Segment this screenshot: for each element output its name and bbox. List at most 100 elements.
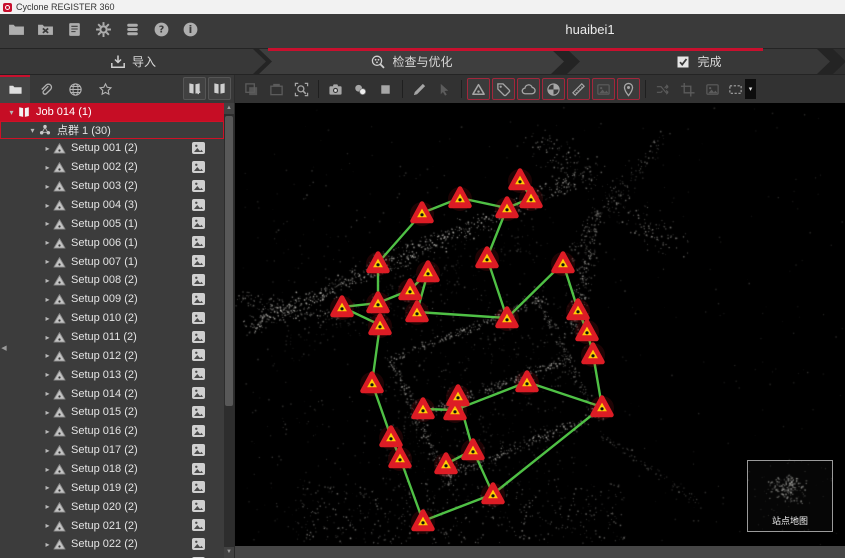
chevron-down-icon[interactable]: ▾: [27, 126, 38, 135]
add-bundle-button[interactable]: [183, 77, 206, 100]
setup-marker-011[interactable]: [366, 292, 390, 316]
setup-marker-007[interactable]: [366, 252, 390, 276]
setup-marker-004[interactable]: [519, 187, 543, 211]
setup-marker-020[interactable]: [360, 372, 384, 396]
setup-image-icon[interactable]: [192, 519, 205, 531]
about-button[interactable]: i: [180, 19, 201, 40]
setup-image-icon[interactable]: [192, 312, 205, 324]
tree-row-setup-022[interactable]: ▸Setup 022 (2): [0, 535, 224, 554]
chevron-right-icon[interactable]: ▸: [42, 540, 53, 549]
tree-row-setup-008[interactable]: ▸Setup 008 (2): [0, 271, 224, 290]
stop-button[interactable]: [374, 78, 397, 100]
tree-row-setup-003[interactable]: ▸Setup 003 (2): [0, 177, 224, 196]
chevron-right-icon[interactable]: ▸: [42, 333, 53, 342]
tree-row-setup-021[interactable]: ▸Setup 021 (2): [0, 516, 224, 535]
pick-button[interactable]: [433, 78, 456, 100]
setup-image-icon[interactable]: [192, 406, 205, 418]
setup-marker-015[interactable]: [551, 252, 575, 276]
tree-row-setup-018[interactable]: ▸Setup 018 (2): [0, 460, 224, 479]
help-button[interactable]: ?: [151, 19, 172, 40]
chevron-right-icon[interactable]: ▸: [42, 483, 53, 492]
setup-image-icon[interactable]: [192, 274, 205, 286]
web-tab[interactable]: [60, 75, 90, 103]
close-project-button[interactable]: [35, 19, 56, 40]
storage-button[interactable]: [122, 19, 143, 40]
tree-row-setup-013[interactable]: ▸Setup 013 (2): [0, 365, 224, 384]
chevron-right-icon[interactable]: ▸: [42, 144, 53, 153]
draw-button[interactable]: [408, 78, 431, 100]
project-explorer-tab[interactable]: [0, 75, 30, 103]
image-view-button[interactable]: [701, 78, 724, 100]
setup-image-icon[interactable]: [192, 199, 205, 211]
tree-row-setup-006[interactable]: ▸Setup 006 (1): [0, 233, 224, 252]
scroll-down-icon[interactable]: ▼: [224, 547, 234, 558]
setup-marker-023[interactable]: [446, 385, 470, 409]
setup-image-icon[interactable]: [192, 161, 205, 173]
tree-row-setup-019[interactable]: ▸Setup 019 (2): [0, 478, 224, 497]
chevron-right-icon[interactable]: ▸: [42, 370, 53, 379]
caret-down-icon[interactable]: ▾: [745, 79, 756, 99]
setup-marker-030[interactable]: [411, 510, 435, 534]
zoom-fit-button[interactable]: [290, 78, 313, 100]
tree-row-setup-004[interactable]: ▸Setup 004 (3): [0, 196, 224, 215]
toggle-geotags-button[interactable]: [617, 78, 640, 100]
toggle-measure-button[interactable]: [567, 78, 590, 100]
setup-image-icon[interactable]: [192, 425, 205, 437]
tree-row-setup-015[interactable]: ▸Setup 015 (2): [0, 403, 224, 422]
setup-marker-027[interactable]: [434, 453, 458, 477]
attachments-tab[interactable]: [30, 75, 60, 103]
settings-button[interactable]: [93, 19, 114, 40]
setup-marker-017[interactable]: [575, 320, 599, 344]
setup-image-icon[interactable]: [192, 349, 205, 361]
chevron-right-icon[interactable]: ▸: [42, 502, 53, 511]
chevron-right-icon[interactable]: ▸: [42, 351, 53, 360]
sitemap-viewport[interactable]: 站点地图: [235, 103, 845, 546]
setup-image-icon[interactable]: [192, 236, 205, 248]
setup-marker-021[interactable]: [411, 398, 435, 422]
chevron-right-icon[interactable]: ▸: [42, 314, 53, 323]
tree-row-setup-016[interactable]: ▸Setup 016 (2): [0, 422, 224, 441]
frame-view-button[interactable]: [265, 78, 288, 100]
setup-image-icon[interactable]: [192, 481, 205, 493]
setup-marker-019[interactable]: [590, 396, 614, 420]
setup-image-icon[interactable]: [192, 387, 205, 399]
tree-row-setup-011[interactable]: ▸Setup 011 (2): [0, 328, 224, 347]
tree-row-job[interactable]: ▾Job 014 (1): [0, 103, 224, 121]
toggle-targets-button[interactable]: [542, 78, 565, 100]
setup-marker-008[interactable]: [416, 261, 440, 285]
setup-marker-006[interactable]: [475, 247, 499, 271]
swap-links-button[interactable]: [651, 78, 674, 100]
setup-image-icon[interactable]: [192, 331, 205, 343]
tab-finalize[interactable]: 完成: [567, 49, 830, 74]
chevron-right-icon[interactable]: ▸: [42, 389, 53, 398]
copy-view-button[interactable]: [240, 78, 263, 100]
bundle-button[interactable]: [208, 77, 231, 100]
toggle-labels-button[interactable]: [492, 78, 515, 100]
setup-image-icon[interactable]: [192, 500, 205, 512]
tree-row-setup-014[interactable]: ▸Setup 014 (2): [0, 384, 224, 403]
chevron-right-icon[interactable]: ▸: [42, 446, 53, 455]
setup-marker-010[interactable]: [330, 296, 354, 320]
setup-image-icon[interactable]: [192, 463, 205, 475]
toggle-setups-button[interactable]: [467, 78, 490, 100]
chevron-right-icon[interactable]: ▸: [42, 182, 53, 191]
setup-marker-026[interactable]: [388, 447, 412, 471]
setup-image-icon[interactable]: [192, 142, 205, 154]
tree-row-setup-017[interactable]: ▸Setup 017 (2): [0, 441, 224, 460]
chevron-right-icon[interactable]: ▸: [42, 465, 53, 474]
minimap[interactable]: 站点地图: [747, 460, 833, 532]
setup-marker-029[interactable]: [481, 483, 505, 507]
tab-import[interactable]: 导入: [0, 49, 266, 74]
tree-row-setup-009[interactable]: ▸Setup 009 (2): [0, 290, 224, 309]
chevron-right-icon[interactable]: ▸: [42, 408, 53, 417]
toggle-cloud-button[interactable]: [517, 78, 540, 100]
chevron-right-icon[interactable]: ▸: [42, 295, 53, 304]
tree-row-setup-020[interactable]: ▸Setup 020 (2): [0, 497, 224, 516]
tree-row-setup-012[interactable]: ▸Setup 012 (2): [0, 346, 224, 365]
chevron-right-icon[interactable]: ▸: [42, 427, 53, 436]
tree-row-setup-007[interactable]: ▸Setup 007 (1): [0, 252, 224, 271]
tree-row-setup-002[interactable]: ▸Setup 002 (2): [0, 158, 224, 177]
color-mode-button[interactable]: [349, 78, 372, 100]
setup-marker-005[interactable]: [495, 197, 519, 221]
setup-image-icon[interactable]: [192, 538, 205, 550]
